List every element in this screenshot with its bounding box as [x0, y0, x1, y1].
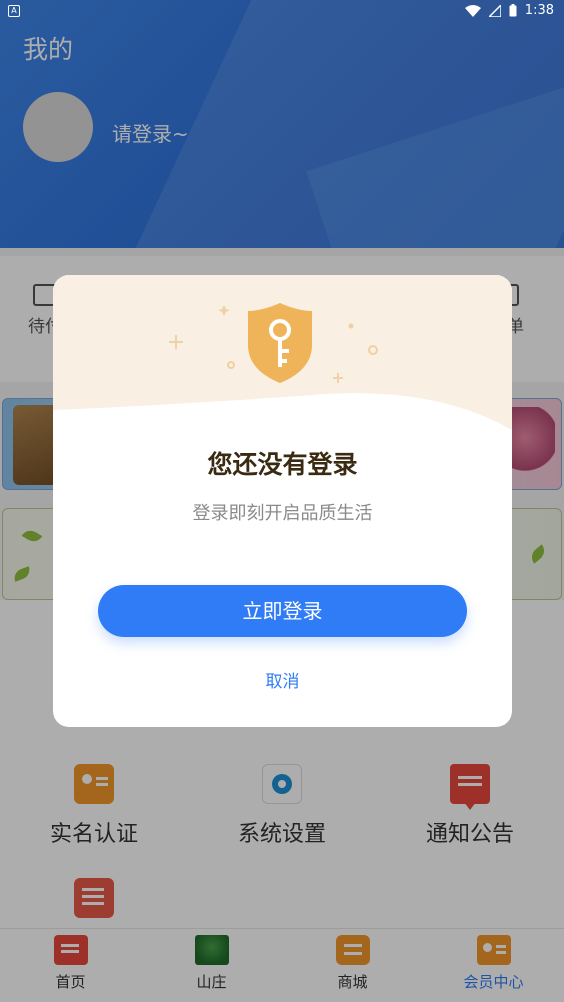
wifi-icon [464, 4, 481, 17]
login-now-button[interactable]: 立即登录 [98, 585, 467, 637]
dialog-title: 您还没有登录 [207, 450, 358, 479]
signal-icon [488, 4, 501, 17]
cancel-button[interactable]: 取消 [53, 667, 512, 692]
status-right: 1:38 [464, 3, 554, 18]
login-required-dialog: 您还没有登录 登录即刻开启品质生活 立即登录 取消 [53, 275, 512, 727]
battery-icon [509, 4, 517, 17]
status-time: 1:38 [524, 3, 554, 18]
notification-a-icon: A [8, 5, 20, 17]
dialog-subtitle: 登录即刻开启品质生活 [192, 503, 373, 524]
status-bar: A 1:38 [0, 0, 564, 24]
dialog-illustration [53, 275, 512, 430]
